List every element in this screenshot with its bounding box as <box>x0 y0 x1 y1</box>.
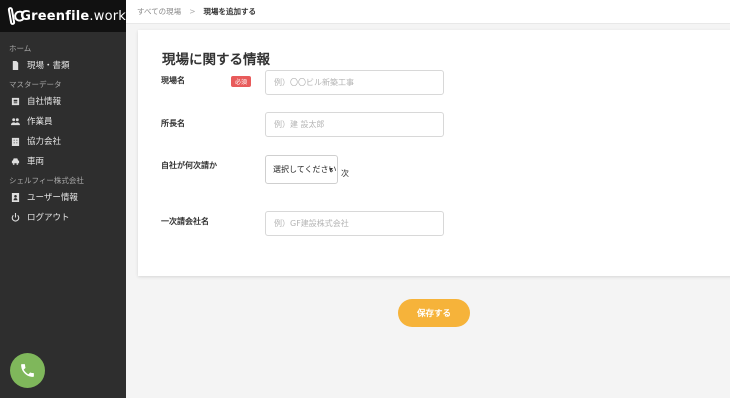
id-card-icon <box>10 96 20 106</box>
required-badge: 必須 <box>231 76 252 87</box>
tier-suffix: 次 <box>341 169 349 178</box>
user-card-icon <box>10 192 20 202</box>
car-icon <box>10 156 20 166</box>
building-icon <box>10 136 20 146</box>
brand-logo[interactable]: Greenfile.work <box>0 0 126 32</box>
sidebar-item-label: 自社情報 <box>27 97 62 107</box>
phone-icon <box>21 364 34 377</box>
document-icon <box>10 60 20 70</box>
tier-select[interactable]: 選択してください <box>265 155 338 184</box>
sidebar-section-master-data: マスターデータ <box>9 80 62 89</box>
site-name-input[interactable] <box>265 70 444 95</box>
brand-name: Greenfile.work <box>20 8 126 24</box>
chevron-down-icon <box>329 168 333 171</box>
sidebar-item-workers[interactable]: 作業員 <box>0 111 126 131</box>
sidebar-item-company-info[interactable]: 自社情報 <box>0 91 126 111</box>
site-name-label: 現場名 <box>161 76 185 85</box>
sidebar-section-company: シェルフィー株式会社 <box>9 176 84 185</box>
manager-label: 所長名 <box>161 119 185 128</box>
users-icon <box>10 116 20 126</box>
sidebar-item-label: 現場・書類 <box>27 61 70 71</box>
save-button[interactable]: 保存する <box>398 299 470 327</box>
sidebar-item-label: 作業員 <box>27 117 53 127</box>
site-info-form: 現場に関する情報 現場名 必須 所長名 自社が何次請か 選択してください 次 一… <box>138 30 730 276</box>
sidebar: Greenfile.work ホーム 現場・書類 マスターデータ 自社情報 作業… <box>0 0 126 398</box>
power-icon <box>10 212 20 222</box>
tier-label: 自社が何次請か <box>161 161 217 170</box>
primary-contractor-label: 一次請会社名 <box>161 217 209 226</box>
breadcrumb: すべての現場 > 現場を追加する <box>126 0 730 24</box>
sidebar-item-label: ログアウト <box>27 213 70 223</box>
sidebar-item-label: ユーザー情報 <box>27 193 78 203</box>
sidebar-item-sites-documents[interactable]: 現場・書類 <box>0 55 126 75</box>
tier-select-value: 選択してください <box>273 165 337 174</box>
primary-contractor-input[interactable] <box>265 211 444 236</box>
form-title: 現場に関する情報 <box>162 52 270 68</box>
sidebar-section-home: ホーム <box>9 44 32 53</box>
sidebar-item-logout[interactable]: ログアウト <box>0 207 126 227</box>
breadcrumb-separator: > <box>189 7 196 16</box>
manager-name-input[interactable] <box>265 112 444 137</box>
breadcrumb-current: 現場を追加する <box>203 7 256 16</box>
greenfile-logo-icon <box>7 6 16 26</box>
sidebar-item-user-info[interactable]: ユーザー情報 <box>0 187 126 207</box>
breadcrumb-all-sites[interactable]: すべての現場 <box>137 6 181 17</box>
sidebar-item-vehicles[interactable]: 車両 <box>0 151 126 171</box>
sidebar-item-partners[interactable]: 協力会社 <box>0 131 126 151</box>
sidebar-item-label: 協力会社 <box>27 137 62 147</box>
sidebar-item-label: 車両 <box>27 157 45 167</box>
phone-call-button[interactable] <box>10 353 45 388</box>
